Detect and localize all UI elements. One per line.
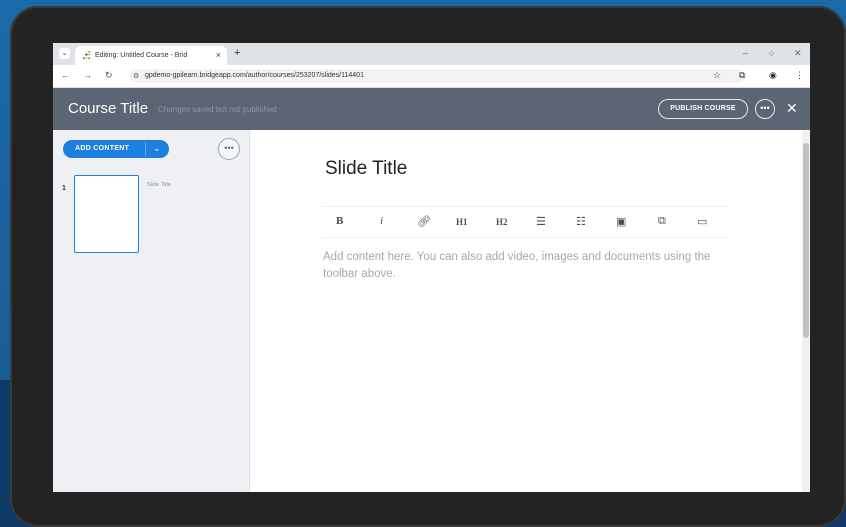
- header-more-options-icon[interactable]: •••: [755, 99, 775, 119]
- comment-icon[interactable]: ▭: [697, 215, 707, 228]
- insert-media-icon[interactable]: ⧉: [658, 215, 666, 228]
- content-placeholder[interactable]: Add content here. You can also add video…: [323, 249, 723, 283]
- url-field[interactable]: gpdemo-gpilearn.bridgeapp.com/author/cou…: [129, 69, 745, 83]
- publish-course-button[interactable]: PUBLISH COURSE: [658, 99, 748, 119]
- browser-tab-bar: ⌄ Editing: Untitled Course - Brid × + – …: [53, 43, 810, 65]
- slide-editor: Slide Title B i 🔗︎ H1 H2 ☰ ☷ ▣ ⧉ ▭ Add c…: [250, 130, 802, 492]
- url-text: gpdemo-gpilearn.bridgeapp.com/author/cou…: [145, 72, 364, 79]
- slide-thumbnail[interactable]: [74, 175, 139, 253]
- heading1-button[interactable]: H1: [456, 217, 468, 227]
- bold-button[interactable]: B: [336, 215, 343, 227]
- slide-thumbnail-title: Slide Title: [147, 182, 171, 188]
- bookmark-star-icon[interactable]: ☆: [713, 70, 721, 81]
- window-close-icon[interactable]: ✕: [794, 48, 802, 59]
- tab-search-icon[interactable]: ⌄: [59, 48, 70, 59]
- slide-number: 1: [62, 185, 66, 192]
- bridge-favicon-icon: [82, 51, 91, 60]
- tab-close-icon[interactable]: ×: [216, 50, 221, 60]
- formatting-toolbar: B i 🔗︎ H1 H2 ☰ ☷ ▣ ⧉ ▭: [322, 206, 728, 238]
- new-tab-button[interactable]: +: [234, 47, 240, 59]
- app-header: Course Title Changes saved but not publi…: [53, 88, 810, 130]
- bulleted-list-icon[interactable]: ☰: [536, 215, 546, 228]
- forward-arrow-icon[interactable]: →: [83, 70, 92, 80]
- header-close-icon[interactable]: ✕: [786, 100, 798, 117]
- slide-title[interactable]: Slide Title: [325, 158, 407, 180]
- browser-address-bar: ← → ↻ gpdemo-gpilearn.bridgeapp.com/auth…: [53, 65, 810, 88]
- heading2-button[interactable]: H2: [496, 217, 508, 227]
- course-title[interactable]: Course Title: [68, 100, 148, 117]
- embed-file-icon[interactable]: ▣: [616, 215, 626, 228]
- tablet-screen: ⌄ Editing: Untitled Course - Brid × + – …: [53, 43, 810, 492]
- link-icon[interactable]: 🔗︎: [417, 215, 431, 228]
- browser-menu-icon[interactable]: ⋮: [795, 70, 804, 81]
- tab-title: Editing: Untitled Course - Brid: [95, 52, 188, 59]
- minimize-icon[interactable]: –: [743, 48, 748, 58]
- browser-tab[interactable]: Editing: Untitled Course - Brid ×: [75, 46, 227, 65]
- add-content-button[interactable]: ADD CONTENT ⌄: [63, 140, 169, 158]
- slide-sidebar: ADD CONTENT ⌄ ••• 1 Slide Title: [53, 130, 250, 492]
- editor-scrollbar-thumb[interactable]: [803, 143, 809, 338]
- add-content-label: ADD CONTENT: [75, 145, 130, 152]
- back-arrow-icon[interactable]: ←: [61, 70, 70, 80]
- reload-icon[interactable]: ↻: [105, 70, 113, 81]
- numbered-list-icon[interactable]: ☷: [576, 215, 586, 228]
- site-settings-icon[interactable]: ⚙: [133, 72, 139, 80]
- italic-button[interactable]: i: [380, 215, 383, 227]
- save-status: Changes saved but not published: [158, 105, 277, 114]
- profile-avatar-icon[interactable]: ◉: [769, 70, 777, 81]
- extensions-icon[interactable]: ⧉: [739, 70, 745, 81]
- restore-icon[interactable]: ○: [769, 48, 774, 58]
- add-content-divider: [145, 142, 146, 156]
- chevron-down-icon[interactable]: ⌄: [153, 143, 161, 154]
- sidebar-more-options-icon[interactable]: •••: [218, 138, 240, 160]
